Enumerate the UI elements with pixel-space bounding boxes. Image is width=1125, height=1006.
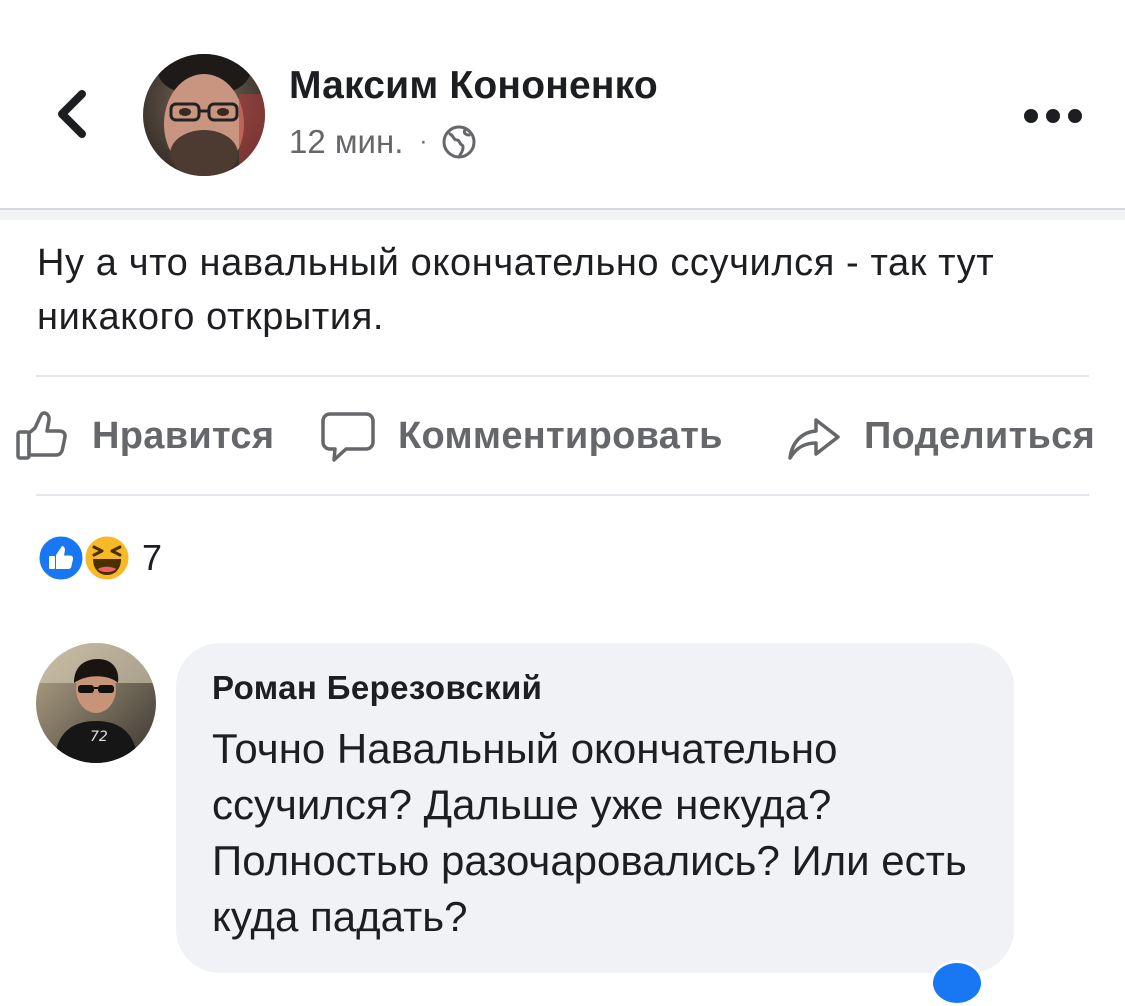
header-separator-band (0, 210, 1125, 220)
globe-icon (442, 125, 476, 159)
post-header: Максим Кононенко 12 мин. · (0, 0, 1125, 208)
post-meta: 12 мин. · (289, 120, 477, 164)
post-time[interactable]: 12 мин. (289, 123, 403, 161)
share-button[interactable]: Поделиться (786, 404, 1095, 468)
comment-text: Точно Навальный окончательно ссучился? Д… (212, 725, 967, 940)
comment-icon (321, 412, 375, 462)
reaction-count: 7 (142, 537, 163, 578)
share-icon (788, 418, 840, 460)
author-avatar[interactable] (143, 54, 265, 176)
like-label: Нравится (92, 414, 275, 457)
more-horizontal-icon-dot (1024, 109, 1038, 123)
comment-bubble[interactable]: Роман Березовский Точно Навальный оконча… (176, 643, 1014, 973)
more-horizontal-icon-dot (1046, 109, 1060, 123)
author-name[interactable]: Максим Кононенко (289, 64, 658, 108)
comment-reaction-badge[interactable] (930, 960, 984, 1006)
reactions-summary[interactable]: 7 (36, 532, 162, 584)
commenter-name[interactable]: Роман Березовский (212, 669, 542, 707)
like-button[interactable]: Нравится (14, 404, 274, 468)
share-label: Поделиться (864, 414, 1096, 457)
commenter-avatar-image: 72 (36, 643, 156, 763)
haha-reaction-icon (82, 533, 132, 583)
more-options-button[interactable] (1024, 96, 1082, 136)
divider-bottom (36, 494, 1089, 496)
like-reaction-icon (36, 533, 86, 583)
comment-button[interactable]: Комментировать (320, 404, 723, 468)
more-horizontal-icon-dot (1068, 109, 1082, 123)
meta-separator: · (419, 128, 428, 155)
commenter-avatar[interactable]: 72 (36, 643, 156, 763)
svg-text:72: 72 (90, 729, 108, 745)
divider-top (36, 375, 1089, 377)
thumbs-up-icon (16, 411, 67, 460)
chevron-left-icon (58, 90, 86, 138)
author-avatar-image (143, 54, 265, 176)
comment-label: Комментировать (398, 414, 723, 457)
back-button[interactable] (48, 84, 96, 144)
post-text: Ну а что навальный окончательно ссучился… (37, 242, 995, 338)
